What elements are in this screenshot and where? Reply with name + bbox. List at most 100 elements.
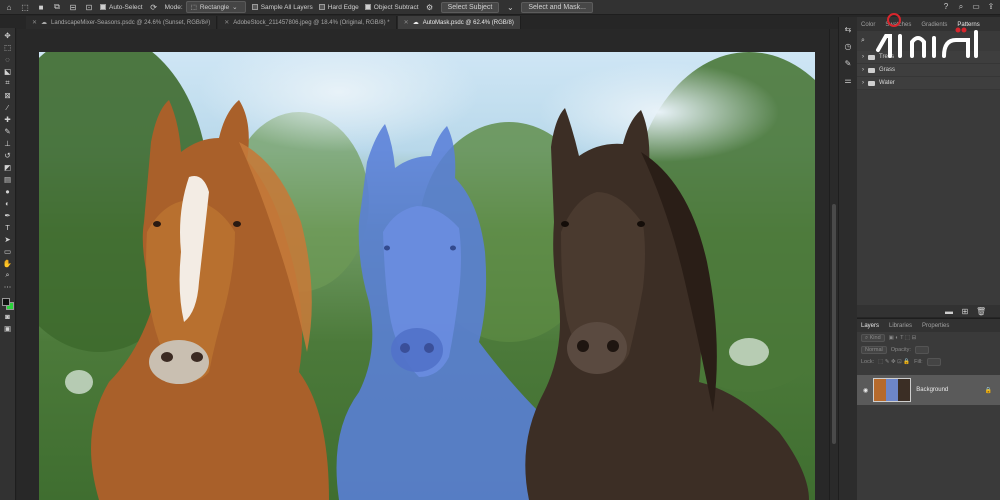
eye-icon[interactable]: ◉ [863, 387, 868, 394]
image-canvas[interactable] [39, 52, 815, 500]
mode-dropdown[interactable]: ⬚ Rectangle ⌄ [185, 1, 246, 13]
brushes-panel-icon[interactable]: ✎ [843, 59, 853, 68]
refresh-icon[interactable]: ⟳ [149, 3, 159, 12]
search-icon[interactable]: ⌕ [956, 2, 966, 12]
checkbox-icon [364, 4, 371, 10]
auto-select-checkbox[interactable]: Auto-Select [100, 4, 143, 11]
hand-tool-icon[interactable]: ✋ [2, 258, 14, 269]
chevron-right-icon: › [862, 80, 864, 86]
help-icon[interactable]: ? [941, 2, 951, 12]
list-item[interactable]: › Water [857, 77, 1000, 90]
add-selection-icon[interactable]: ⧉ [52, 2, 62, 12]
color-swatches[interactable] [1, 297, 14, 310]
folder-icon [868, 80, 875, 86]
shape-tool-icon[interactable]: ▭ [2, 246, 14, 257]
opacity-field[interactable] [914, 346, 930, 354]
adjustments-panel-icon[interactable]: ⚌ [843, 76, 853, 85]
close-icon[interactable]: ✕ [224, 19, 229, 26]
kind-filter-dropdown[interactable]: ⌕ Kind [861, 334, 885, 342]
object-subtract-checkbox[interactable]: Object Subtract [364, 4, 419, 11]
lock-icon[interactable]: 🔒 [985, 387, 992, 394]
cloud-icon: ☁ [412, 20, 419, 26]
layers-panel: Layers Libraries Properties ⌕ Kind ▣ ◐ T… [857, 318, 1000, 500]
canvas-vertical-scrollbar[interactable] [829, 29, 838, 500]
tab-adobestock[interactable]: ✕ AdobeStock_211457806.jpeg @ 18.4% (Orig… [218, 16, 397, 29]
layer-filter-row: ⌕ Kind ▣ ◐ T ⬚ ⊟ [857, 332, 1000, 344]
select-subject-button[interactable]: Select Subject [440, 1, 500, 13]
object-selection-tool-icon[interactable]: ⬚ [20, 3, 30, 12]
tab-properties[interactable]: Properties [922, 323, 949, 329]
foreground-color-swatch[interactable] [1, 297, 10, 306]
folder-icon [868, 67, 875, 73]
lock-icons[interactable]: ⬚ ✎ ✥ ⊡ 🔒 [878, 359, 910, 365]
gear-icon[interactable]: ⚙ [425, 3, 435, 12]
chevron-right-icon: › [862, 67, 864, 73]
intersect-selection-icon[interactable]: ⊡ [84, 3, 94, 12]
mode-group: Mode: ⬚ Rectangle ⌄ [165, 1, 246, 13]
blend-row: Normal Opacity: [857, 344, 1000, 356]
new-item-icon[interactable]: ⊞ [960, 307, 970, 316]
clone-stamp-tool-icon[interactable]: ⊥ [2, 138, 14, 149]
chevron-right-icon: › [862, 54, 864, 60]
lasso-tool-icon[interactable]: ◌ [2, 54, 14, 65]
new-selection-icon[interactable]: ■ [36, 3, 46, 12]
eyedropper-tool-icon[interactable]: ⁄ [2, 102, 14, 113]
type-tool-icon[interactable]: T [2, 222, 14, 233]
blend-mode-dropdown[interactable]: Normal [861, 346, 887, 354]
tab-layers[interactable]: Layers [861, 323, 879, 329]
more-tools-icon[interactable]: ⋯ [2, 282, 14, 293]
workspace-icon[interactable]: ▭ [971, 2, 981, 12]
history-brush-tool-icon[interactable]: ↺ [2, 150, 14, 161]
search-icon: ⌕ [865, 334, 869, 341]
crop-tool-icon[interactable]: ⌗ [2, 78, 14, 89]
subtract-selection-icon[interactable]: ⊟ [68, 3, 78, 12]
close-icon[interactable]: ✕ [32, 19, 37, 26]
marquee-tool-icon[interactable]: ⬚ [2, 42, 14, 53]
share-icon[interactable]: ⇪ [986, 2, 996, 12]
frame-tool-icon[interactable]: ⊠ [2, 90, 14, 101]
tab-automask[interactable]: ✕ ☁ AutoMask.psdc @ 62.4% (RGB/8) [397, 16, 521, 29]
healing-brush-tool-icon[interactable]: ✚ [2, 114, 14, 125]
object-selection-tool-icon[interactable]: ⬕ [2, 66, 14, 77]
tab-landscape-mixer[interactable]: ✕ ☁ LandscapeMixer-Seasons.psdc @ 24.6% (S… [26, 16, 218, 29]
collapsed-panels-bar: ⇆ ◷ ✎ ⚌ [838, 17, 857, 500]
brush-tool-icon[interactable]: ✎ [2, 126, 14, 137]
document-workspace[interactable] [17, 29, 829, 500]
chevron-down-icon[interactable]: ⌄ [505, 3, 515, 12]
history-panel-icon[interactable]: ⇆ [843, 25, 853, 34]
eraser-tool-icon[interactable]: ◩ [2, 162, 14, 173]
screen-mode-icon[interactable]: ▣ [2, 323, 14, 334]
close-icon[interactable]: ✕ [404, 19, 409, 26]
gradient-tool-icon[interactable]: ▤ [2, 174, 14, 185]
checkbox-icon [100, 4, 106, 10]
filter-icons[interactable]: ▣ ◐ T ⬚ ⊟ [889, 335, 917, 341]
options-bar: ⌂ ⬚ ■ ⧉ ⊟ ⊡ Auto-Select ⟳ Mode: ⬚ Rectang… [0, 0, 1000, 15]
new-group-icon[interactable]: ▬ [944, 307, 954, 316]
document-tabs: ✕ ☁ LandscapeMixer-Seasons.psdc @ 24.6% (S… [26, 16, 521, 29]
chevron-down-icon: ⌄ [232, 4, 238, 11]
hard-edge-checkbox[interactable]: Hard Edge [318, 4, 359, 11]
layer-row-background[interactable]: ◉ Background 🔒 [857, 375, 1000, 405]
tab-libraries[interactable]: Libraries [889, 323, 912, 329]
quick-mask-icon[interactable]: ◙ [2, 311, 14, 322]
cloud-icon: ☁ [41, 20, 48, 26]
checkbox-icon [251, 4, 258, 10]
window-controls: ? ⌕ ▭ ⇪ [941, 2, 996, 12]
move-tool-icon[interactable]: ✥ [2, 30, 14, 41]
pen-tool-icon[interactable]: ✒ [2, 210, 14, 221]
layer-thumbnail [873, 378, 912, 402]
search-icon: ⌕ [861, 37, 865, 44]
blur-tool-icon[interactable]: ● [2, 186, 14, 197]
layers-panel-tabs: Layers Libraries Properties [857, 319, 1000, 332]
home-icon[interactable]: ⌂ [4, 3, 14, 12]
tools-panel: ✥ ⬚ ◌ ⬕ ⌗ ⊠ ⁄ ✚ ✎ ⊥ ↺ ◩ ▤ ● ◐ ✒ T ➤ ▭ ✋ … [0, 28, 16, 500]
sample-all-layers-checkbox[interactable]: Sample All Layers [251, 4, 313, 11]
trash-icon[interactable]: 🗑 [976, 307, 986, 316]
select-and-mask-button[interactable]: Select and Mask... [521, 1, 593, 13]
fill-field[interactable] [926, 358, 941, 366]
path-selection-tool-icon[interactable]: ➤ [2, 234, 14, 245]
scrollbar-thumb[interactable] [832, 204, 836, 444]
dodge-tool-icon[interactable]: ◐ [2, 198, 14, 209]
zoom-tool-icon[interactable]: ⌕ [2, 270, 14, 281]
actions-panel-icon[interactable]: ◷ [843, 42, 853, 51]
